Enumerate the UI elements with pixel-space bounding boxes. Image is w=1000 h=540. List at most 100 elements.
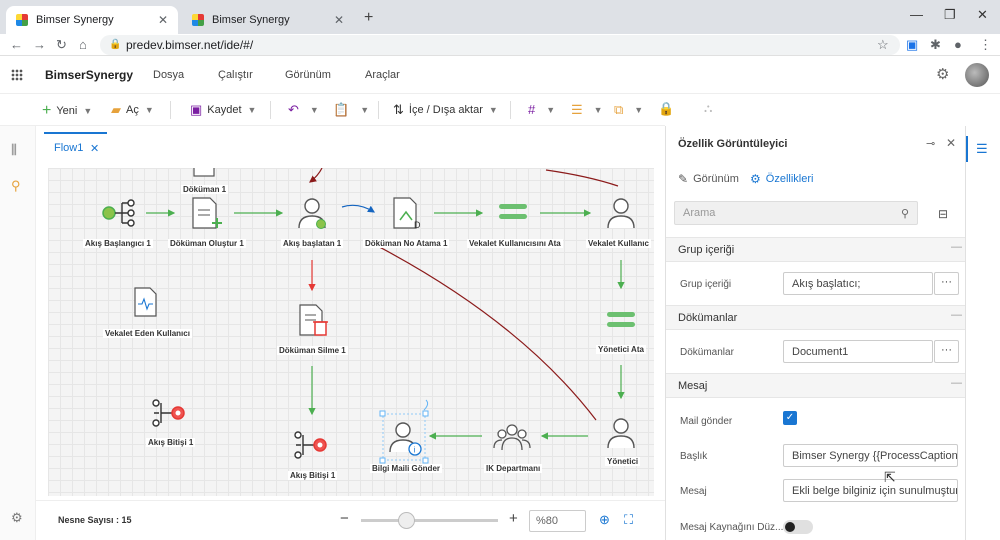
translate-icon[interactable]: ▣: [906, 37, 918, 53]
field-label-send-mail: Mail gönder: [680, 416, 733, 427]
tools-icon[interactable]: ⫼: [11, 142, 17, 158]
reload-icon[interactable]: ↻: [56, 37, 67, 53]
user-avatar[interactable]: [965, 63, 989, 87]
manager-assign-node: [607, 312, 635, 327]
paste-button[interactable]: 📋 ▼: [333, 102, 369, 118]
message-source-toggle[interactable]: [783, 520, 813, 534]
properties-list-icon[interactable]: ☰: [976, 141, 988, 157]
collapse-all-icon[interactable]: ⊟: [938, 207, 948, 221]
close-window-icon[interactable]: ✕: [977, 7, 988, 23]
section-group-content-label: Grup içeriği: [678, 244, 735, 256]
canvas-status-bar: Nesne Sayısı : 15 − + %80 ⊕ ⛶: [36, 500, 665, 540]
field-label-message-source: Mesaj Kaynağını Düz...: [680, 522, 784, 533]
toolbar-divider: [378, 101, 379, 119]
svg-text:D: D: [414, 220, 421, 230]
section-message[interactable]: Mesaj —: [666, 373, 966, 398]
settings-small-icon[interactable]: ⚙: [11, 510, 23, 526]
lock-icon: 🔒: [109, 39, 122, 50]
property-search-input[interactable]: Arama: [674, 201, 918, 225]
close-tab-icon[interactable]: ✕: [334, 13, 344, 27]
node-label-vekalet-ata: Vekalet Kullanıcısını Ata: [467, 239, 563, 248]
align-button[interactable]: ☰ ▼: [571, 102, 603, 118]
collapse-section-icon[interactable]: —: [951, 241, 962, 253]
tab-properties-label: Özellikleri: [765, 173, 814, 185]
collapse-section-icon[interactable]: —: [951, 377, 962, 389]
url-text: predev.bimser.net/ide/#/: [126, 38, 254, 52]
save-button[interactable]: ▣ Kaydet ▼: [190, 102, 256, 118]
subject-input[interactable]: Bimser Synergy {{ProcessCaption}} i: [783, 444, 958, 467]
send-mail-checkbox[interactable]: ✓: [783, 411, 797, 425]
url-input[interactable]: 🔒 predev.bimser.net/ide/#/: [100, 35, 900, 55]
restore-icon[interactable]: ❐: [944, 7, 956, 23]
chevron-down-icon: ▼: [360, 105, 370, 115]
zoom-slider-track[interactable]: [361, 519, 498, 522]
search-flow-icon[interactable]: ⚲: [11, 178, 21, 194]
search-icon[interactable]: ⚲: [901, 207, 909, 220]
browser-menu-icon[interactable]: ⋮: [979, 37, 992, 53]
browser-tabstrip: Bimser Synergy ✕ Bimser Synergy ✕ + — ❐ …: [0, 0, 1000, 34]
section-message-label: Mesaj: [678, 380, 708, 392]
arrange-button[interactable]: ⧉ ▼: [614, 102, 643, 118]
node-label-yonetici-ata: Yönetici Ata: [596, 345, 646, 354]
import-export-button[interactable]: ⇅ İçe / Dışa aktar ▼: [393, 102, 498, 118]
menu-araclar[interactable]: Araçlar: [365, 69, 400, 81]
documents-browse-button[interactable]: ···: [934, 340, 959, 363]
zoom-slider-thumb[interactable]: [398, 512, 415, 529]
section-documents[interactable]: Dökümanlar —: [666, 305, 966, 330]
tab-properties[interactable]: ⚙ Özellikleri: [750, 172, 813, 186]
close-tab-flow1-icon[interactable]: ✕: [90, 142, 99, 155]
browser-tab-1[interactable]: Bimser Synergy ✕: [6, 6, 178, 34]
tab-flow1[interactable]: Flow1 ✕: [44, 132, 107, 160]
message-input[interactable]: Ekli belge bilginiz için sunulmuştur: [783, 479, 958, 502]
home-icon[interactable]: ⌂: [79, 37, 87, 52]
zoom-fit-icon[interactable]: ⊕: [599, 512, 610, 528]
favicon-icon: [16, 14, 28, 26]
zoom-in-button[interactable]: +: [509, 510, 518, 527]
back-icon[interactable]: ←: [10, 37, 23, 52]
close-tab-icon[interactable]: ✕: [158, 13, 168, 27]
close-panel-icon[interactable]: ✕: [946, 136, 956, 150]
extensions-icon[interactable]: ✱: [930, 37, 941, 53]
chevron-down-icon: ▼: [83, 106, 93, 116]
toolbar-divider: [170, 101, 171, 119]
collapse-section-icon[interactable]: —: [951, 309, 962, 321]
create-document-node: [192, 197, 222, 229]
pin-icon[interactable]: ⊸: [926, 137, 935, 150]
menu-gorunum[interactable]: Görünüm: [285, 69, 331, 81]
group-content-input[interactable]: Akış başlatıcı;: [783, 272, 933, 295]
browser-tab-2[interactable]: Bimser Synergy ✕: [182, 6, 354, 34]
grid-button[interactable]: # ▼: [528, 102, 555, 117]
minimize-icon[interactable]: —: [910, 7, 923, 22]
hierarchy-icon[interactable]: ⛬: [704, 101, 712, 116]
hr-department-node: [493, 424, 531, 451]
lock-toolbar-icon[interactable]: 🔒: [658, 101, 674, 117]
browser-tab-title: Bimser Synergy: [212, 14, 290, 26]
zoom-out-button[interactable]: −: [340, 510, 349, 527]
section-group-content[interactable]: Grup içeriği —: [666, 237, 966, 262]
settings-gear-icon[interactable]: ⚙: [936, 65, 949, 83]
menu-calistir[interactable]: Çalıştır: [218, 69, 253, 81]
documents-input[interactable]: Document1: [783, 340, 933, 363]
app-launcher-icon[interactable]: [11, 69, 23, 81]
profile-icon[interactable]: ●: [954, 37, 962, 52]
fit-screen-icon[interactable]: ⛶: [624, 512, 633, 528]
new-button[interactable]: + Yeni ▼: [42, 102, 92, 120]
open-button[interactable]: ▰ Aç ▼: [111, 102, 154, 118]
menu-dosya[interactable]: Dosya: [153, 69, 184, 81]
field-label-group-content: Grup içeriği: [680, 279, 732, 290]
forward-icon[interactable]: →: [33, 37, 46, 52]
chevron-down-icon: ▼: [546, 104, 556, 115]
chevron-down-icon: ▼: [593, 105, 603, 115]
zoom-input[interactable]: %80: [529, 510, 586, 532]
undo-button[interactable]: ↶ ▼: [288, 102, 319, 118]
bookmark-star-icon[interactable]: ☆: [877, 37, 889, 53]
tab-view[interactable]: ✎ Görünüm: [678, 172, 739, 186]
svg-text:i: i: [414, 446, 416, 455]
flow-canvas[interactable]: D i Döküman 1 Akış Başlangıcı 1 Döküman …: [48, 168, 654, 496]
new-tab-icon[interactable]: +: [364, 9, 373, 27]
node-label-dokuman-no-atama: Döküman No Atama 1: [363, 239, 450, 248]
node-label-vekalet-kullanici: Vekalet Kullanıc: [586, 239, 651, 248]
flow-start-node: [102, 199, 135, 227]
node-label-vekalet-eden: Vekalet Eden Kullanıcı: [103, 329, 192, 338]
group-content-browse-button[interactable]: ···: [934, 272, 959, 295]
